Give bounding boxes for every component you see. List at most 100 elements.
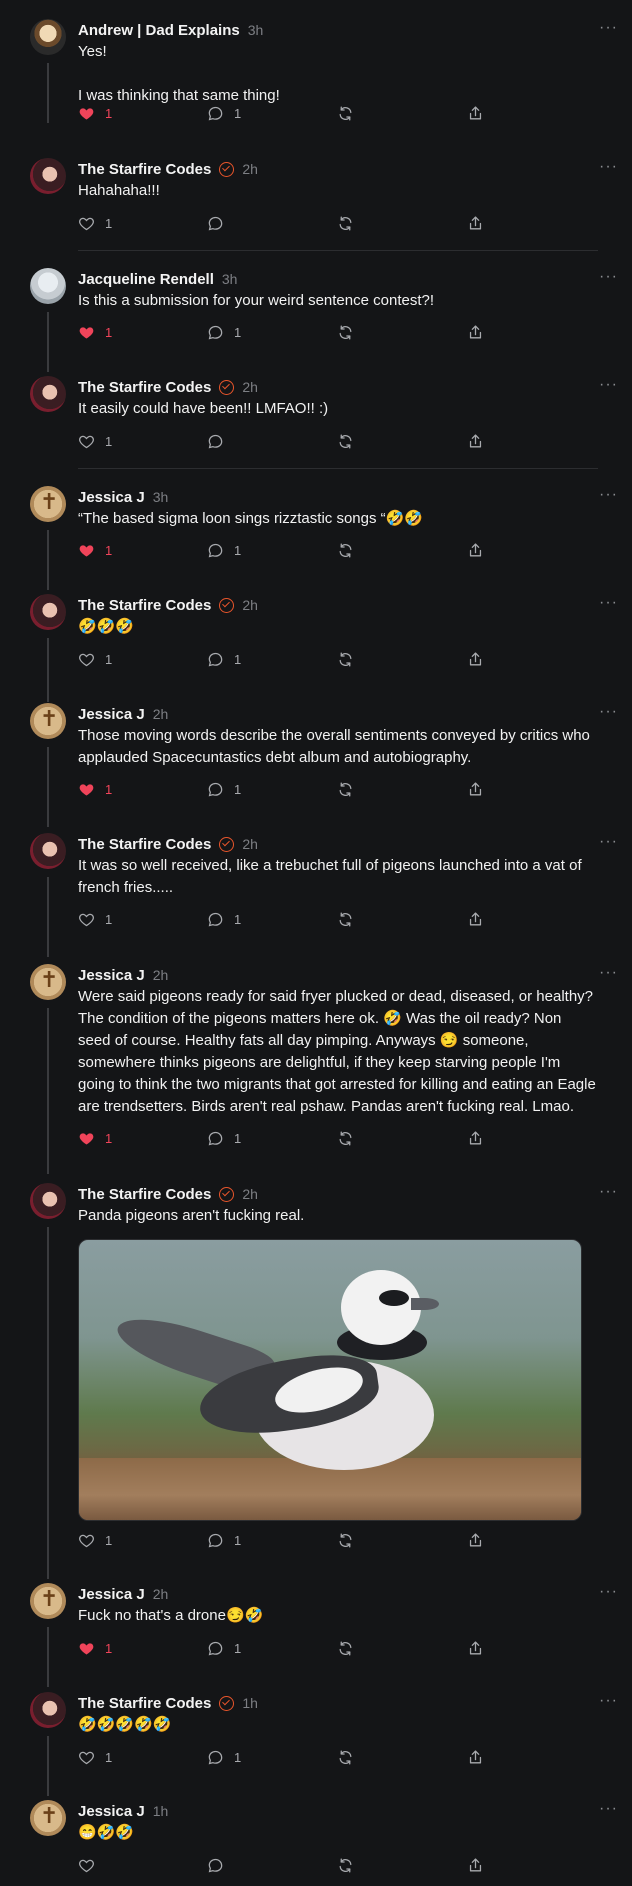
- repost-button[interactable]: [337, 430, 354, 452]
- reply-button[interactable]: 1: [207, 778, 241, 800]
- repost-button[interactable]: [337, 321, 354, 343]
- author-name[interactable]: The Starfire Codes: [78, 1186, 211, 1203]
- reply-button[interactable]: 1: [207, 321, 241, 343]
- share-icon: [467, 1640, 484, 1657]
- avatar[interactable]: [30, 376, 66, 412]
- more-icon[interactable]: ···: [599, 19, 618, 37]
- repost-button[interactable]: [337, 1854, 354, 1876]
- author-name[interactable]: Andrew | Dad Explains: [78, 22, 240, 39]
- reply-button[interactable]: 1: [207, 648, 241, 670]
- like-button[interactable]: 1: [78, 539, 112, 561]
- like-button[interactable]: 1: [78, 430, 112, 452]
- avatar[interactable]: [30, 19, 66, 55]
- avatar[interactable]: [30, 1692, 66, 1728]
- more-icon[interactable]: ···: [599, 376, 618, 394]
- repost-button[interactable]: [337, 1637, 354, 1659]
- repost-button[interactable]: [337, 778, 354, 800]
- repost-button[interactable]: [337, 1529, 354, 1551]
- share-button[interactable]: [467, 648, 484, 670]
- avatar[interactable]: [30, 158, 66, 194]
- post-image[interactable]: [78, 1239, 582, 1521]
- reply-button[interactable]: 1: [207, 539, 241, 561]
- repost-icon: [337, 215, 354, 232]
- author-name[interactable]: The Starfire Codes: [78, 161, 211, 178]
- repost-button[interactable]: [337, 1127, 354, 1149]
- reply-button[interactable]: 1: [207, 1746, 241, 1768]
- like-button[interactable]: 1: [78, 1746, 112, 1768]
- share-button[interactable]: [467, 908, 484, 930]
- more-icon[interactable]: ···: [599, 594, 618, 612]
- author-name[interactable]: The Starfire Codes: [78, 1695, 211, 1712]
- post-header: The Starfire Codes 2h: [78, 1183, 612, 1205]
- share-button[interactable]: [467, 1127, 484, 1149]
- avatar[interactable]: [30, 268, 66, 304]
- share-button[interactable]: [467, 212, 484, 234]
- avatar[interactable]: [30, 833, 66, 869]
- share-button[interactable]: [467, 778, 484, 800]
- reply-button[interactable]: 1: [207, 1637, 241, 1659]
- avatar[interactable]: [30, 964, 66, 1000]
- more-icon[interactable]: ···: [599, 486, 618, 504]
- share-button[interactable]: [467, 1529, 484, 1551]
- share-button[interactable]: [467, 539, 484, 561]
- repost-icon: [337, 1130, 354, 1147]
- author-name[interactable]: Jessica J: [78, 489, 145, 506]
- more-icon[interactable]: ···: [599, 1183, 618, 1201]
- more-icon[interactable]: ···: [599, 964, 618, 982]
- more-icon[interactable]: ···: [599, 268, 618, 286]
- repost-button[interactable]: [337, 102, 354, 124]
- avatar[interactable]: [30, 703, 66, 739]
- more-icon[interactable]: ···: [599, 1583, 618, 1601]
- repost-button[interactable]: [337, 908, 354, 930]
- reply-button[interactable]: 1: [207, 102, 241, 124]
- avatar[interactable]: [30, 1583, 66, 1619]
- share-button[interactable]: [467, 1637, 484, 1659]
- reply-button[interactable]: [207, 430, 234, 452]
- post-actions: 1 1: [78, 908, 498, 930]
- like-button[interactable]: 1: [78, 1637, 112, 1659]
- more-icon[interactable]: ···: [599, 1800, 618, 1818]
- author-name[interactable]: Jessica J: [78, 706, 145, 723]
- avatar[interactable]: [30, 594, 66, 630]
- author-name[interactable]: The Starfire Codes: [78, 836, 211, 853]
- reply-button[interactable]: 1: [207, 908, 241, 930]
- post-header: Jessica J 1h: [78, 1800, 612, 1822]
- avatar[interactable]: [30, 486, 66, 522]
- like-button[interactable]: 1: [78, 1529, 112, 1551]
- reply-button[interactable]: 1: [207, 1127, 241, 1149]
- reply-button[interactable]: [207, 212, 234, 234]
- reply-button[interactable]: 1: [207, 1529, 241, 1551]
- more-icon[interactable]: ···: [599, 703, 618, 721]
- like-button[interactable]: 1: [78, 212, 112, 234]
- share-button[interactable]: [467, 1854, 484, 1876]
- like-button[interactable]: 1: [78, 648, 112, 670]
- more-icon[interactable]: ···: [599, 158, 618, 176]
- like-button[interactable]: 1: [78, 1127, 112, 1149]
- author-name[interactable]: Jacqueline Rendell: [78, 271, 214, 288]
- author-name[interactable]: Jessica J: [78, 1586, 145, 1603]
- more-icon[interactable]: ···: [599, 1692, 618, 1710]
- avatar[interactable]: [30, 1800, 66, 1836]
- like-button[interactable]: [78, 1854, 95, 1876]
- author-name[interactable]: The Starfire Codes: [78, 379, 211, 396]
- like-button[interactable]: 1: [78, 778, 112, 800]
- like-button[interactable]: 1: [78, 908, 112, 930]
- comment-icon: [207, 651, 224, 668]
- reply-button[interactable]: [207, 1854, 224, 1876]
- more-icon[interactable]: ···: [599, 833, 618, 851]
- share-button[interactable]: [467, 321, 484, 343]
- share-button[interactable]: [467, 1746, 484, 1768]
- share-button[interactable]: [467, 102, 484, 124]
- share-button[interactable]: [467, 430, 484, 452]
- author-name[interactable]: Jessica J: [78, 967, 145, 984]
- repost-button[interactable]: [337, 212, 354, 234]
- repost-button[interactable]: [337, 1746, 354, 1768]
- like-button[interactable]: 1: [78, 321, 112, 343]
- author-name[interactable]: Jessica J: [78, 1803, 145, 1820]
- repost-button[interactable]: [337, 648, 354, 670]
- avatar[interactable]: [30, 1183, 66, 1219]
- author-name[interactable]: The Starfire Codes: [78, 597, 211, 614]
- post-header: Jessica J 2h: [78, 964, 612, 986]
- repost-button[interactable]: [337, 539, 354, 561]
- like-button[interactable]: 1: [78, 102, 112, 124]
